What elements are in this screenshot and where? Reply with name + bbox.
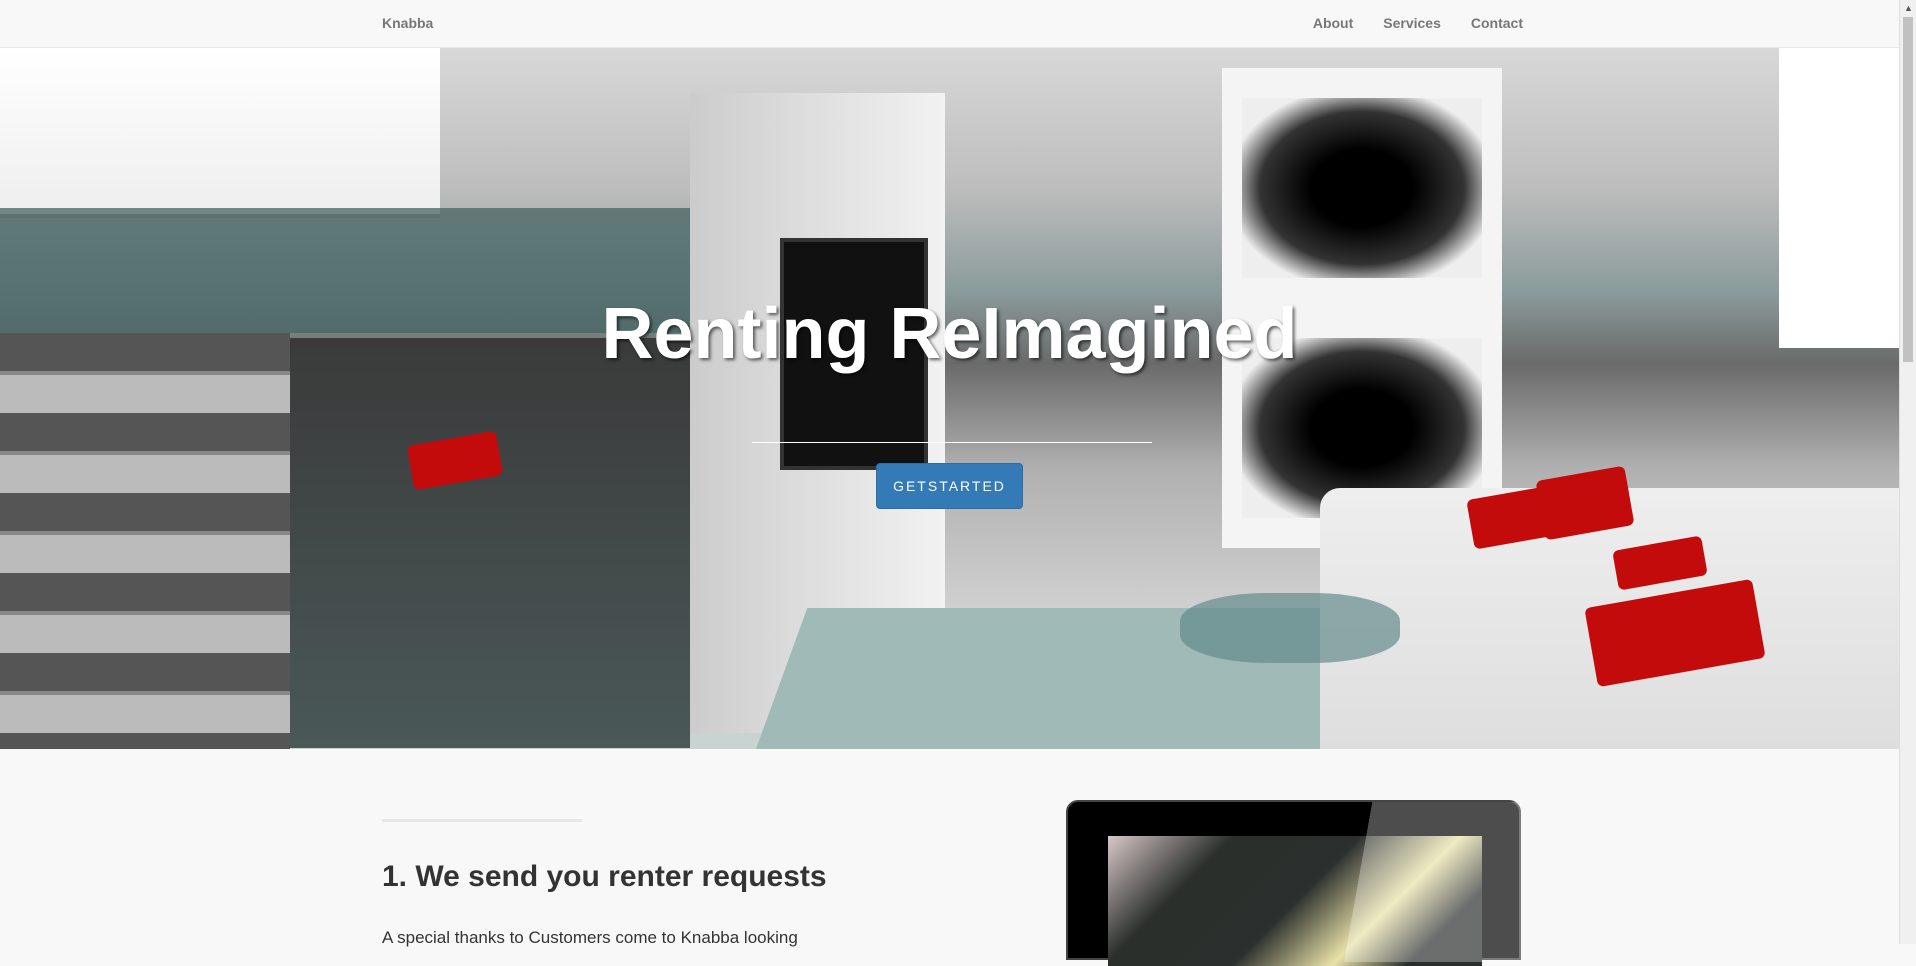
get-started-button[interactable]: GETSTARTED [876,463,1023,509]
section-text: A special thanks to Customers come to Kn… [382,928,798,947]
section-heading: 1. We send you renter requests [382,860,827,893]
nav-contact[interactable]: Contact [1471,15,1523,31]
hero-divider [752,442,1152,443]
hero-title: Renting ReImagined [601,294,1298,374]
scrollbar[interactable]: ▲ [1899,0,1916,944]
hero-background-image [0,48,1899,749]
section-divider [382,819,582,822]
scrollbar-thumb[interactable] [1903,17,1913,362]
navbar: Knabba About Services Contact [0,0,1899,48]
nav-services[interactable]: Services [1383,15,1441,31]
tablet-image [1066,800,1521,966]
nav-about[interactable]: About [1313,15,1353,31]
nav-links: About Services Contact [1313,15,1523,31]
scroll-up-icon[interactable]: ▲ [1904,3,1913,13]
brand-logo[interactable]: Knabba [382,15,433,31]
